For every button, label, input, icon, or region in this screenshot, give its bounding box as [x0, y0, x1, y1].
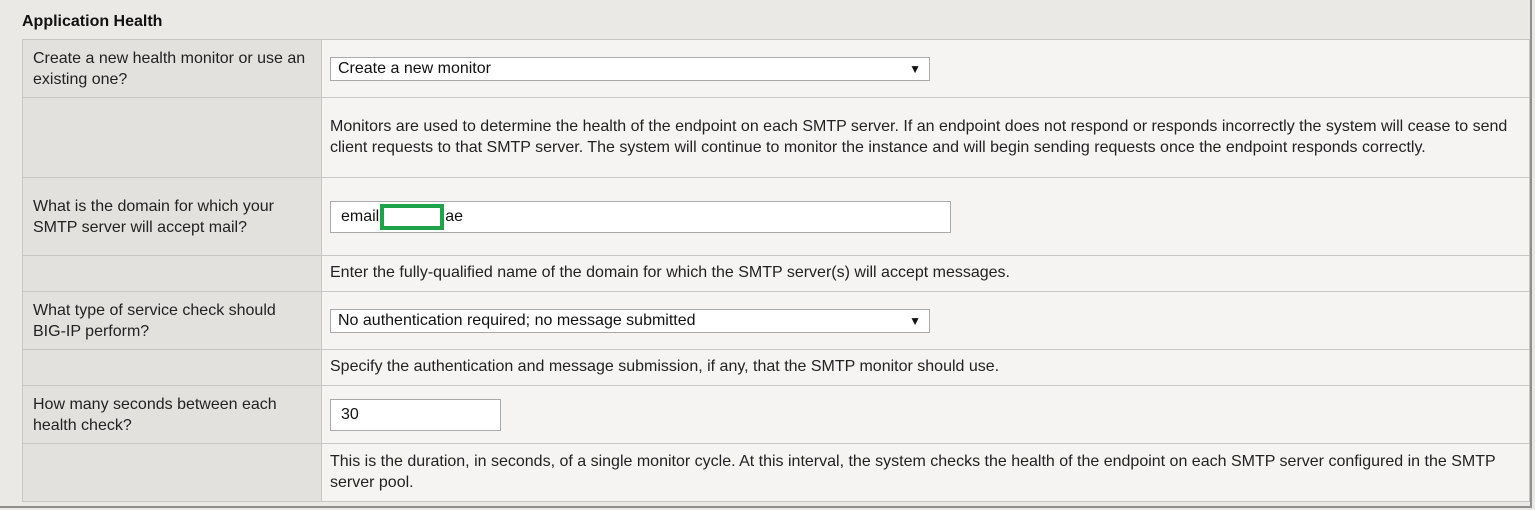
form-row-service-check: What type of service check should BIG-IP…: [22, 291, 1530, 350]
form-row-service-check-help: Specify the authentication and message s…: [22, 349, 1530, 386]
chevron-down-icon: ▼: [909, 313, 921, 328]
service-check-question: What type of service check should BIG-IP…: [22, 291, 322, 350]
form-row-interval: How many seconds between each health che…: [22, 385, 1530, 444]
domain-help-text: Enter the fully-qualified name of the do…: [321, 255, 1530, 292]
form-row-monitor-help: Monitors are used to determine the healt…: [22, 97, 1530, 178]
form-row-monitor: Create a new health monitor or use an ex…: [22, 39, 1530, 98]
empty-label-cell: [22, 97, 322, 178]
empty-label-cell: [22, 443, 322, 502]
interval-seconds-input[interactable]: 30: [330, 398, 501, 431]
chevron-down-icon: ▼: [909, 61, 921, 76]
domain-value-prefix: email: [341, 207, 380, 225]
domain-value-suffix: ae: [445, 207, 464, 225]
form-row-domain-help: Enter the fully-qualified name of the do…: [22, 255, 1530, 292]
domain-input[interactable]: email ae: [330, 200, 951, 233]
application-health-form: Create a new health monitor or use an ex…: [22, 39, 1530, 502]
section-title: Application Health: [22, 13, 163, 30]
empty-label-cell: [22, 349, 322, 386]
domain-question: What is the domain for which your SMTP s…: [22, 177, 322, 256]
monitor-help-text: Monitors are used to determine the healt…: [321, 97, 1530, 178]
service-check-help-text: Specify the authentication and message s…: [321, 349, 1530, 386]
interval-answer-cell: 30: [321, 385, 1530, 444]
service-check-answer-cell: No authentication required; no message s…: [321, 291, 1530, 350]
empty-label-cell: [22, 255, 322, 292]
interval-help-text: This is the duration, in seconds, of a s…: [321, 443, 1530, 502]
monitor-select-value: Create a new monitor: [338, 59, 491, 77]
service-check-select-value: No authentication required; no message s…: [338, 311, 696, 329]
form-row-interval-help: This is the duration, in seconds, of a s…: [22, 443, 1530, 502]
redaction-box: [380, 203, 445, 230]
monitor-select[interactable]: Create a new monitor ▼: [330, 56, 930, 81]
monitor-answer-cell: Create a new monitor ▼: [321, 39, 1530, 98]
form-row-domain: What is the domain for which your SMTP s…: [22, 177, 1530, 256]
interval-value: 30: [341, 405, 359, 423]
domain-answer-cell: email ae: [321, 177, 1530, 256]
monitor-question: Create a new health monitor or use an ex…: [22, 39, 322, 98]
service-check-select[interactable]: No authentication required; no message s…: [330, 308, 930, 333]
interval-question: How many seconds between each health che…: [22, 385, 322, 444]
